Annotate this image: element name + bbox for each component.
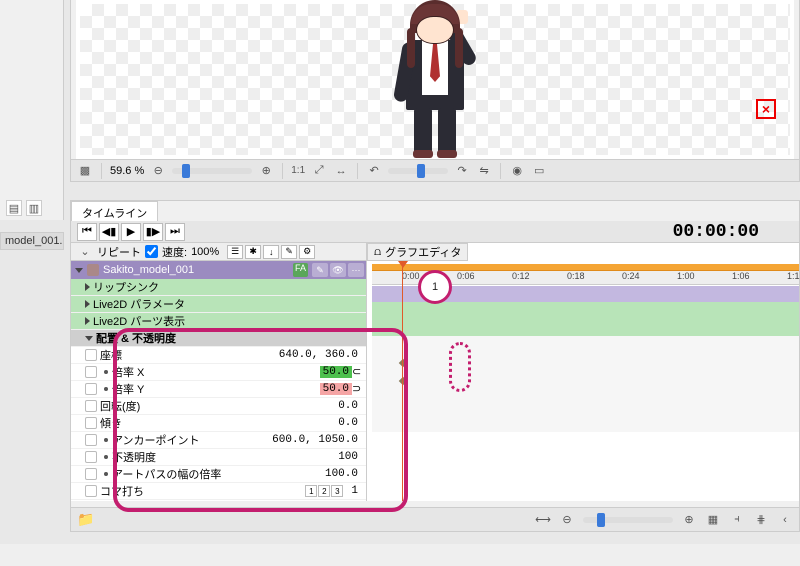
track-edit-icon[interactable]: ✎ bbox=[312, 263, 328, 277]
select-tool-icon[interactable]: ▭ bbox=[531, 163, 547, 179]
timeline-ruler[interactable]: 0:00 0:06 0:12 0:18 0:24 1:00 1:06 1:12 bbox=[372, 271, 799, 285]
track-row-model[interactable] bbox=[372, 286, 799, 302]
footer-snap-icon[interactable]: ⫞ bbox=[729, 512, 745, 528]
group-live2d-params[interactable]: Live2D パラメータ bbox=[71, 296, 366, 313]
zoom-in-icon[interactable]: ⊕ bbox=[258, 163, 274, 179]
step-1-button[interactable]: 1 bbox=[305, 485, 317, 497]
repeat-checkbox[interactable] bbox=[145, 245, 158, 258]
track-row-props[interactable] bbox=[372, 336, 799, 432]
folder-icon[interactable]: 📁 bbox=[77, 511, 94, 528]
step-2-button[interactable]: 2 bbox=[318, 485, 330, 497]
zoom-percent-label: 59.6 % bbox=[110, 165, 144, 177]
fa-badge: FA bbox=[293, 263, 308, 277]
timeline-top-bar: ⏮ ◀▮ ▶ ▮▶ ⏭ 00:00:00 bbox=[71, 221, 799, 243]
track-more-icon[interactable]: ⋯ bbox=[348, 263, 364, 277]
footer-step-icon[interactable]: ⋕ bbox=[753, 512, 769, 528]
character-model[interactable] bbox=[380, 0, 490, 160]
footer-zoom-in-icon[interactable]: ⊕ bbox=[681, 512, 697, 528]
footer-grid-icon[interactable]: ▦ bbox=[705, 512, 721, 528]
track-expand-icon[interactable] bbox=[75, 268, 83, 273]
graph-editor-icon: ⩍ bbox=[374, 246, 381, 259]
prop-scale-y[interactable]: 倍率 Y50.0⊃ bbox=[71, 381, 366, 398]
timeline-property-list: リップシンク Live2D パラメータ Live2D パーツ表示 配置 & 不透… bbox=[71, 279, 366, 501]
speed-label: 速度: bbox=[162, 244, 187, 260]
timeline-tab[interactable]: タイムライン bbox=[71, 201, 158, 221]
group-live2d-parts[interactable]: Live2D パーツ表示 bbox=[71, 313, 366, 330]
step-3-button[interactable]: 3 bbox=[331, 485, 343, 497]
footer-zoom-slider[interactable] bbox=[583, 517, 673, 523]
app-statusbar bbox=[0, 544, 800, 566]
track-row-groups[interactable] bbox=[372, 302, 799, 336]
sub-tool-3[interactable]: ↓ bbox=[263, 245, 279, 259]
rotate-cw-icon[interactable]: ↷ bbox=[454, 163, 470, 179]
link-icon[interactable]: ⊃ bbox=[352, 382, 362, 396]
sub-tool-4[interactable]: ✎ bbox=[281, 245, 297, 259]
prop-opacity[interactable]: 不透明度100 bbox=[71, 449, 366, 466]
transport-controls: ⏮ ◀▮ ▶ ▮▶ ⏭ bbox=[71, 223, 191, 241]
group-lipsync[interactable]: リップシンク bbox=[71, 279, 366, 296]
prop-anchor[interactable]: アンカーポイント600.0, 1050.0 bbox=[71, 432, 366, 449]
track-thumb-icon bbox=[87, 264, 99, 276]
step-back-button[interactable]: ◀▮ bbox=[99, 223, 119, 241]
timeline-panel: タイムライン ⏮ ◀▮ ▶ ▮▶ ⏭ 00:00:00 00000 ⌄ リピート… bbox=[70, 200, 800, 532]
graph-editor-label: グラフエディタ bbox=[385, 244, 461, 260]
rotate-slider[interactable] bbox=[388, 168, 448, 174]
go-last-button[interactable]: ⏭ bbox=[165, 223, 185, 241]
expand-all-icon[interactable]: ⌄ bbox=[77, 244, 93, 260]
footer-dash-icon[interactable]: ⟷ bbox=[535, 512, 551, 528]
sub-tool-1[interactable]: ☰ bbox=[227, 245, 243, 259]
sub-tool-2[interactable]: ✱ bbox=[245, 245, 261, 259]
zoom-ratio-button[interactable]: 1:1 bbox=[291, 163, 305, 179]
track-header[interactable]: Sakito_model_001 FA ✎ 👁 ⋯ bbox=[71, 261, 368, 279]
rec-icon[interactable]: ◉ bbox=[509, 163, 525, 179]
play-button[interactable]: ▶ bbox=[121, 223, 141, 241]
timeline-track-area[interactable]: ⩍ グラフエディタ 0:00 0:06 0:12 0:18 0:24 1:00 … bbox=[366, 243, 799, 501]
graph-editor-button[interactable]: ⩍ グラフエディタ bbox=[367, 243, 468, 261]
timeline-footer: 📁 ⟷ ⊖ ⊕ ▦ ⫞ ⋕ ‹ bbox=[71, 507, 799, 531]
truncated-filename-tab[interactable]: model_001.c bbox=[0, 232, 64, 250]
canvas-area: × ▩ 59.6 % ⊖ ⊕ 1:1 ⤢ ↔ ↶ ↷ ⇋ ◉ ▭ bbox=[70, 0, 800, 182]
track-visibility-icon[interactable]: 👁 bbox=[330, 263, 346, 277]
flip-icon[interactable]: ⇋ bbox=[476, 163, 492, 179]
speed-value[interactable]: 100% bbox=[191, 246, 219, 258]
timecode-display: 00:00:00 bbox=[673, 222, 799, 242]
pan-icon[interactable]: ↔ bbox=[333, 163, 349, 179]
rotate-ccw-icon[interactable]: ↶ bbox=[366, 163, 382, 179]
prop-skew[interactable]: 傾き0.0 bbox=[71, 415, 366, 432]
repeat-label: リピート bbox=[97, 244, 141, 260]
fit-icon[interactable]: ⤢ bbox=[311, 163, 327, 179]
zoom-toolbar: ▩ 59.6 % ⊖ ⊕ 1:1 ⤢ ↔ ↶ ↷ ⇋ ◉ ▭ bbox=[71, 159, 799, 181]
step-fwd-button[interactable]: ▮▶ bbox=[143, 223, 163, 241]
keyframe-icon[interactable] bbox=[399, 377, 407, 385]
checker-toggle-icon[interactable]: ▩ bbox=[77, 163, 93, 179]
zoom-slider[interactable] bbox=[172, 168, 252, 174]
group-placement-opacity[interactable]: 配置 & 不透明度 bbox=[71, 330, 366, 347]
prop-rotation[interactable]: 回転(度)0.0 bbox=[71, 398, 366, 415]
left-tool-icon-2[interactable]: ▥ bbox=[26, 200, 42, 216]
prop-scale-x[interactable]: 倍率 X50.0⊂ bbox=[71, 364, 366, 381]
footer-zoom-out-icon[interactable]: ⊖ bbox=[559, 512, 575, 528]
playhead[interactable] bbox=[402, 264, 403, 501]
keyframe-icon[interactable] bbox=[399, 359, 407, 367]
link-icon[interactable]: ⊂ bbox=[352, 365, 362, 379]
footer-back-icon[interactable]: ‹ bbox=[777, 512, 793, 528]
track-name-label: Sakito_model_001 bbox=[103, 264, 194, 276]
go-first-button[interactable]: ⏮ bbox=[77, 223, 97, 241]
prop-position[interactable]: 座標640.0, 360.0 bbox=[71, 347, 366, 364]
prop-frame-step[interactable]: コマ打ち 123 1 bbox=[71, 483, 366, 500]
close-icon[interactable]: × bbox=[756, 99, 776, 119]
prop-artpath-width[interactable]: アートパスの幅の倍率100.0 bbox=[71, 466, 366, 483]
sub-tool-5[interactable]: ⚙ bbox=[299, 245, 315, 259]
left-tool-icon-1[interactable]: ▤ bbox=[6, 200, 22, 216]
left-sidebar: ▤ ▥ bbox=[0, 0, 64, 220]
zoom-out-icon[interactable]: ⊖ bbox=[150, 163, 166, 179]
